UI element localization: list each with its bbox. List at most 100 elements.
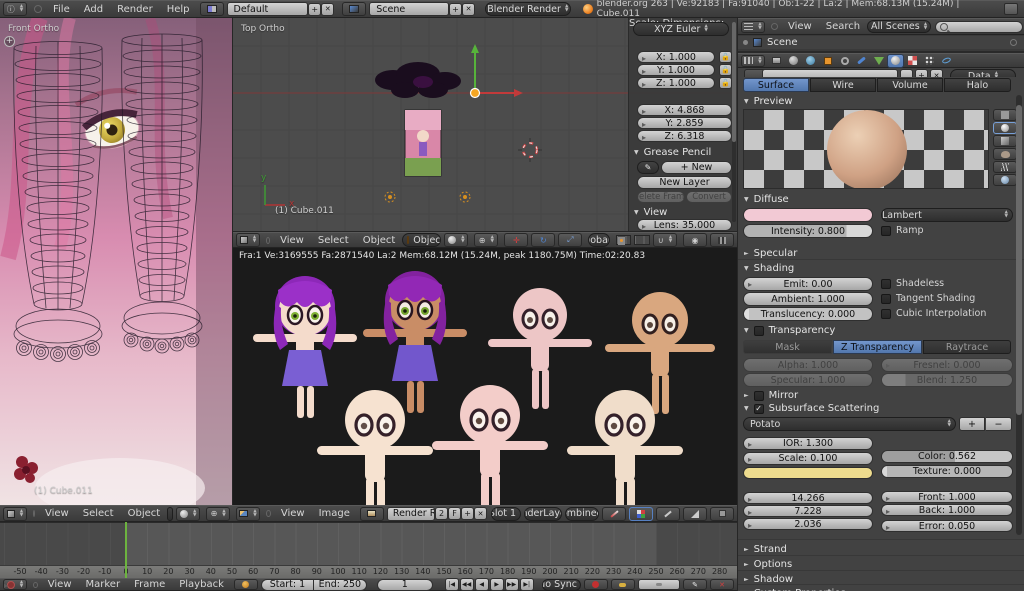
delete-frame-button[interactable]: Delete Frame xyxy=(637,191,685,203)
outliner-scene-row[interactable]: Scene xyxy=(738,36,1024,49)
image-editor[interactable]: Fra:1 Ve:3169555 Fa:2871540 La:2 Mem:68.… xyxy=(233,248,737,505)
preview-hair-button[interactable] xyxy=(993,161,1017,173)
collapse-menus-icon[interactable] xyxy=(266,510,271,517)
viewport-shading-button[interactable] xyxy=(444,233,469,247)
viewport-top[interactable]: Top Ortho x y (1) Cube.011 XYZ Euler Sca… xyxy=(233,18,737,232)
sss-preset-select[interactable]: Potato xyxy=(743,417,956,431)
render-slot-select[interactable]: Slot 1 xyxy=(491,506,522,521)
fresnel-field[interactable]: Fresnel: 0.000 xyxy=(881,358,1013,372)
menu-search[interactable]: Search xyxy=(819,21,867,32)
fake-user-button[interactable]: F xyxy=(448,507,462,520)
menu-add[interactable]: Add xyxy=(77,4,110,15)
panel-preview[interactable]: Preview xyxy=(744,95,793,108)
mode-select[interactable]: Object Mode xyxy=(167,506,174,521)
panel-transparency[interactable]: Transparency xyxy=(744,324,835,337)
sss-error-field[interactable]: Error: 0.050 xyxy=(881,520,1013,532)
image-draw-alpha-button[interactable] xyxy=(683,506,707,521)
tab-constraints-icon[interactable] xyxy=(836,54,853,68)
menu-image[interactable]: Image xyxy=(312,508,357,519)
snap-button[interactable]: ∪ xyxy=(653,233,677,247)
panel-mirror[interactable]: Mirror xyxy=(744,389,798,402)
sss-preset-remove-button[interactable]: − xyxy=(986,417,1012,431)
grease-new-button[interactable]: + New xyxy=(661,161,732,174)
preview-flat-button[interactable] xyxy=(993,109,1017,121)
material-type-halo-button[interactable]: Halo xyxy=(944,78,1011,92)
tab-modifiers-icon[interactable] xyxy=(853,54,870,68)
image-name-field[interactable]: Render Result xyxy=(386,506,436,521)
manipulator-translate-button[interactable]: ✛ xyxy=(504,233,529,247)
display-channels-button[interactable] xyxy=(629,506,653,521)
shadeless-checkbox[interactable] xyxy=(881,278,891,289)
tab-render-icon[interactable] xyxy=(768,54,785,68)
menu-view[interactable]: View xyxy=(38,508,76,519)
info-editor-type-button[interactable]: ⓘ xyxy=(3,2,27,16)
manipulator-rotate-button[interactable]: ↻ xyxy=(531,233,556,247)
menu-render[interactable]: Render xyxy=(110,4,160,15)
material-type-surface-button[interactable]: Surface xyxy=(743,78,809,92)
grease-pencil-draw-button[interactable] xyxy=(637,161,659,174)
restrict-toggle-icon[interactable] xyxy=(1010,39,1017,46)
dim-x-field[interactable]: X: 4.868 xyxy=(637,104,732,116)
render-layer-select[interactable]: RenderLayer xyxy=(524,506,563,521)
add-layout-button[interactable] xyxy=(308,2,322,16)
diffuse-intensity-slider[interactable]: Intensity: 0.800 xyxy=(743,224,873,238)
viewport-front[interactable]: Front Ortho (1) Cube.011 + xyxy=(0,18,233,505)
outliner-filter-select[interactable]: All Scenes xyxy=(867,20,932,33)
collapse-menus-icon[interactable] xyxy=(33,510,35,517)
panel-shading[interactable]: Shading xyxy=(744,262,795,275)
dim-y-field[interactable]: Y: 2.859 xyxy=(637,117,732,129)
tab-object-icon[interactable] xyxy=(819,54,836,68)
scene-name-field[interactable]: Scene xyxy=(369,2,449,16)
transparency-ztransp-button[interactable]: Z Transparency xyxy=(833,340,922,354)
panel-sss[interactable]: Subsurface Scattering xyxy=(744,402,879,415)
transp-specular-slider[interactable]: Specular: 1.000 xyxy=(743,373,873,387)
material-link-select[interactable]: Data xyxy=(950,69,1016,77)
sss-back-field[interactable]: Back: 1.000 xyxy=(881,504,1013,516)
material-name-field[interactable] xyxy=(762,69,898,77)
pivot-point-button[interactable]: ⊕ xyxy=(206,506,231,521)
new-image-button[interactable] xyxy=(461,507,475,520)
sss-radius-b-field[interactable]: 2.036 xyxy=(743,518,873,530)
diffuse-shader-select[interactable]: Lambert xyxy=(881,208,1013,222)
collapse-menus-icon[interactable] xyxy=(266,236,271,244)
material-type-wire-button[interactable]: Wire xyxy=(810,78,876,92)
window-duplicate-icon[interactable] xyxy=(1004,3,1018,15)
preview-sphere-button[interactable] xyxy=(993,122,1017,134)
n-panel-scrollbar[interactable] xyxy=(732,22,736,222)
lock-scale-y-icon[interactable]: 🔓 xyxy=(719,64,732,76)
timeline-tracks[interactable] xyxy=(0,522,737,566)
layers-widget[interactable] xyxy=(615,235,632,245)
open-n-panel-icon[interactable]: + xyxy=(4,36,15,47)
preview-sphere-sky-button[interactable] xyxy=(993,174,1017,186)
manipulator-scale-button[interactable]: ⤢ xyxy=(558,233,583,247)
menu-object[interactable]: Object xyxy=(121,508,168,519)
lock-scale-x-icon[interactable]: 🔓 xyxy=(719,51,732,63)
image-browse-button[interactable] xyxy=(359,506,384,521)
pivot-point-button[interactable]: ⊕ xyxy=(474,233,499,247)
collapse-menus-icon[interactable] xyxy=(771,23,778,30)
panel-grease-pencil[interactable]: Grease Pencil xyxy=(634,146,712,159)
delete-layout-button[interactable] xyxy=(321,2,335,16)
properties-scrollbar[interactable] xyxy=(1016,95,1022,535)
convert-button[interactable]: Convert xyxy=(686,191,732,203)
sss-radius-r-field[interactable]: 14.266 xyxy=(743,492,873,504)
editor-type-3dview-button[interactable] xyxy=(3,506,27,521)
new-layer-button[interactable]: New Layer xyxy=(637,176,732,189)
image-sample-button[interactable] xyxy=(656,506,680,521)
ramp-checkbox[interactable] xyxy=(881,225,891,236)
preview-monkey-button[interactable] xyxy=(993,148,1017,160)
current-frame-field[interactable]: 1 xyxy=(376,578,433,591)
viewport-shading-button[interactable] xyxy=(176,506,201,521)
sss-color-slider[interactable]: Color: 0.562 xyxy=(881,450,1013,463)
render-opengl-button[interactable] xyxy=(683,233,707,247)
current-frame-line[interactable] xyxy=(125,522,127,578)
tab-scene-icon[interactable] xyxy=(785,54,802,68)
preview-cube-button[interactable] xyxy=(993,135,1017,147)
tab-object-data-icon[interactable] xyxy=(870,54,887,68)
menu-file[interactable]: File xyxy=(46,4,77,15)
add-scene-button[interactable] xyxy=(449,2,462,16)
editor-type-3dview-button[interactable] xyxy=(236,233,260,247)
menu-object[interactable]: Object xyxy=(356,235,403,246)
menu-select[interactable]: Select xyxy=(76,508,121,519)
material-type-volume-button[interactable]: Volume xyxy=(877,78,943,92)
